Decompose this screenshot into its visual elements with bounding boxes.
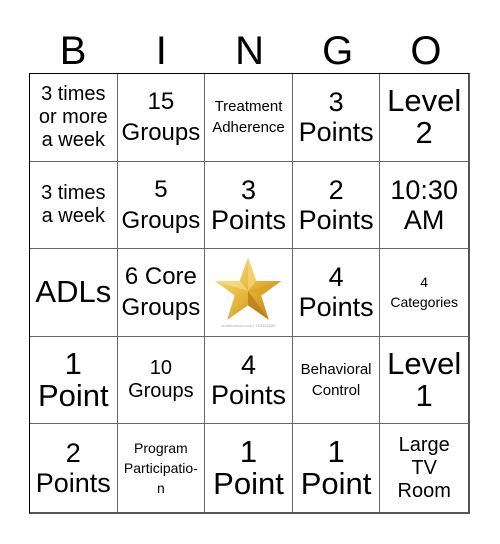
bingo-header: B I N G O <box>29 28 470 74</box>
bingo-cell[interactable]: 4 Points <box>292 249 381 337</box>
bingo-cell[interactable]: 3 times or more a week <box>30 74 118 162</box>
cell-text: 10 Groups <box>128 357 194 403</box>
cell-text: 6 Core Groups <box>121 263 201 322</box>
bingo-cell-free-space[interactable]: shutterstock.com • 753345289 <box>205 249 293 337</box>
cell-text: Program Participatio- n <box>123 439 198 497</box>
bingo-cell[interactable]: Large TV Room <box>380 424 468 512</box>
image-caption: shutterstock.com • 753345289 <box>221 323 276 329</box>
gold-star-icon <box>215 257 282 321</box>
cell-text: 3 times or more a week <box>38 82 108 151</box>
bingo-cell[interactable]: 4 Categories <box>380 249 468 337</box>
cell-text: Level 1 <box>387 345 462 414</box>
bingo-cell[interactable]: 1 Point <box>205 424 293 512</box>
bingo-cell[interactable]: 2 Points <box>292 161 381 250</box>
cell-text: 15 Groups <box>121 88 201 147</box>
cell-text: 1 Point <box>37 345 109 414</box>
cell-text: 1 Point <box>213 433 284 502</box>
bingo-cell[interactable]: 4 Points <box>205 336 293 425</box>
bingo-cell[interactable]: 6 Core Groups <box>117 249 206 337</box>
bingo-cell[interactable]: 10:30 AM <box>380 162 468 250</box>
cell-text: ADLs <box>35 274 112 310</box>
bingo-cell[interactable]: Level 1 <box>380 337 468 425</box>
bingo-cell[interactable]: Level 2 <box>380 74 468 162</box>
bingo-cell[interactable]: 1 Point <box>293 424 381 512</box>
bingo-cell[interactable]: 3 times a week <box>30 161 118 250</box>
cell-text: Treatment Adherence <box>212 98 285 137</box>
cell-text: 2 Points <box>298 174 374 235</box>
header-letter-g: G <box>322 29 354 73</box>
bingo-cell[interactable]: 3 Points <box>292 74 381 162</box>
cell-text: Level 2 <box>387 83 462 151</box>
bingo-cell[interactable]: 1 Point <box>30 336 118 425</box>
bingo-cell[interactable]: Treatment Adherence <box>205 74 293 162</box>
cell-text: 10:30 AM <box>390 174 458 235</box>
bingo-cell[interactable]: 15 Groups <box>117 74 206 162</box>
cell-text: Large TV Room <box>397 433 451 502</box>
header-letter-n: N <box>235 29 264 73</box>
bingo-cell[interactable]: ADLs <box>30 249 118 337</box>
cell-text: 2 Points <box>35 437 111 499</box>
header-letter-i: I <box>155 29 167 73</box>
bingo-cell[interactable]: 10 Groups <box>117 336 206 425</box>
bingo-cell[interactable]: Behavioral Control <box>292 336 381 425</box>
cell-text: Behavioral Control <box>300 361 372 400</box>
cell-text: 4 Points <box>210 349 287 411</box>
cell-text: 4 Categories <box>390 274 459 311</box>
bingo-grid: 3 times or more a week 15 Groups Treatment… <box>29 73 470 514</box>
cell-text: 1 Point <box>300 433 372 502</box>
bingo-cell[interactable]: 2 Points <box>30 424 118 512</box>
cell-text: 3 Points <box>298 87 374 148</box>
bingo-cell[interactable]: Program Participatio- n <box>118 424 206 512</box>
cell-text: 4 Points <box>298 262 374 323</box>
header-letter-o: O <box>410 29 442 73</box>
cell-text: 5 Groups <box>121 175 201 234</box>
bingo-cell[interactable]: 3 Points <box>205 161 293 250</box>
cell-text: 3 times a week <box>41 181 106 227</box>
header-letter-b: B <box>59 29 87 73</box>
cell-text: 3 Points <box>210 174 287 235</box>
bingo-cell[interactable]: 5 Groups <box>117 161 206 250</box>
